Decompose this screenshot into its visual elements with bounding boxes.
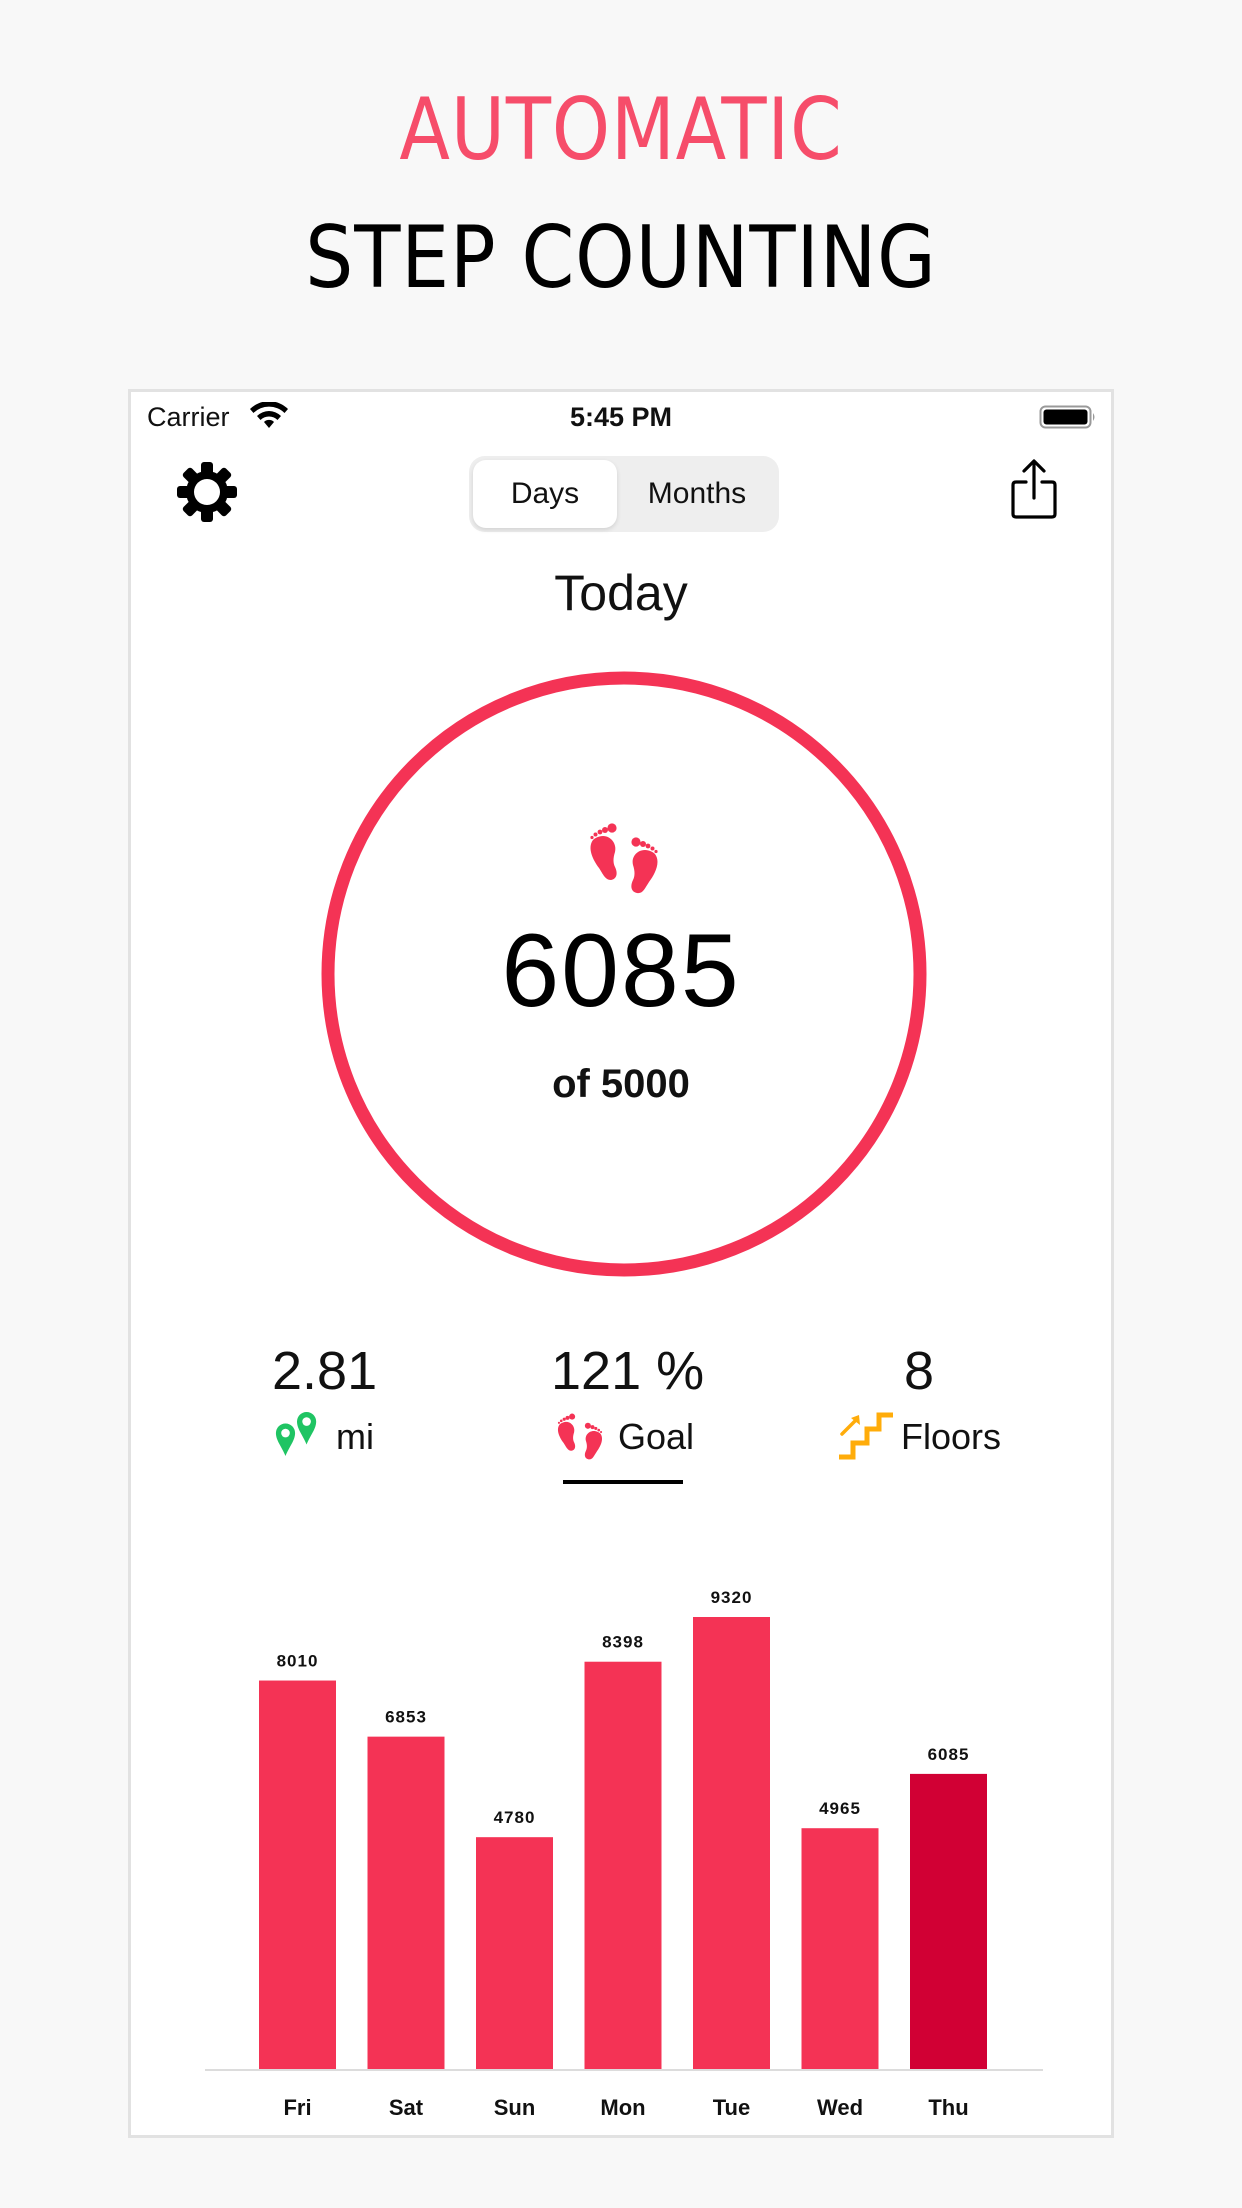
stat-distance-value: 2.81 xyxy=(272,1341,378,1401)
segment-months[interactable]: Months xyxy=(619,460,775,528)
bar-wed[interactable] xyxy=(801,1828,879,2069)
segment-days[interactable]: Days xyxy=(473,460,617,528)
footprints-icon xyxy=(557,1413,603,1460)
share-icon[interactable] xyxy=(1009,458,1059,520)
stairs-icon xyxy=(839,1412,893,1460)
bar-value-label: 8010 xyxy=(277,1652,319,1671)
bar-thu[interactable] xyxy=(910,1773,987,2069)
bar-value-label: 8398 xyxy=(602,1633,644,1652)
stat-goal-label: Goal xyxy=(618,1416,695,1457)
x-tick-label: Thu xyxy=(928,2095,968,2120)
footprints-icon xyxy=(590,823,658,894)
today-goal-text: of 5000 xyxy=(552,1062,690,1106)
period-title: Today xyxy=(554,565,688,621)
x-tick-label: Tue xyxy=(713,2095,750,2120)
phone-screen: Carrier 5:45 PM Days Months Today 6085 o… xyxy=(128,389,1114,2138)
status-time: 5:45 PM xyxy=(569,402,673,432)
bar-value-label: 4780 xyxy=(494,1808,536,1827)
bar-value-label: 6085 xyxy=(928,1745,970,1764)
promo-headline-accent: AUTOMATIC xyxy=(399,80,843,180)
period-segmented-control: Days Months xyxy=(469,456,779,532)
x-tick-label: Sun xyxy=(494,2095,536,2120)
bar-value-label: 4965 xyxy=(819,1799,861,1818)
promo-headline-main: STEP COUNTING xyxy=(305,208,937,308)
stat-floors-value: 8 xyxy=(904,1341,935,1401)
map-pins-icon xyxy=(275,1411,317,1457)
selected-stat-indicator xyxy=(563,1480,683,1484)
x-tick-label: Wed xyxy=(817,2095,863,2120)
bar-sat[interactable] xyxy=(367,1736,445,2069)
gear-icon[interactable] xyxy=(175,460,239,524)
bar-value-label: 6853 xyxy=(385,1708,427,1727)
today-steps-value: 6085 xyxy=(501,913,741,1029)
bar-value-label: 9320 xyxy=(711,1588,753,1607)
stat-floors-label: Floors xyxy=(901,1416,1002,1457)
x-tick-label: Mon xyxy=(600,2095,645,2120)
bar-sun[interactable] xyxy=(476,1837,553,2069)
bar-mon[interactable] xyxy=(584,1661,662,2069)
stat-goal-value: 121 % xyxy=(551,1341,705,1401)
x-tick-label: Sat xyxy=(389,2095,424,2120)
battery-full-icon xyxy=(1039,405,1095,429)
stat-distance-label: mi xyxy=(336,1416,374,1457)
bar-fri[interactable] xyxy=(259,1680,336,2069)
bar-tue[interactable] xyxy=(693,1617,770,2069)
x-tick-label: Fri xyxy=(283,2095,311,2120)
status-bar: Carrier 5:45 PM xyxy=(131,392,1111,436)
